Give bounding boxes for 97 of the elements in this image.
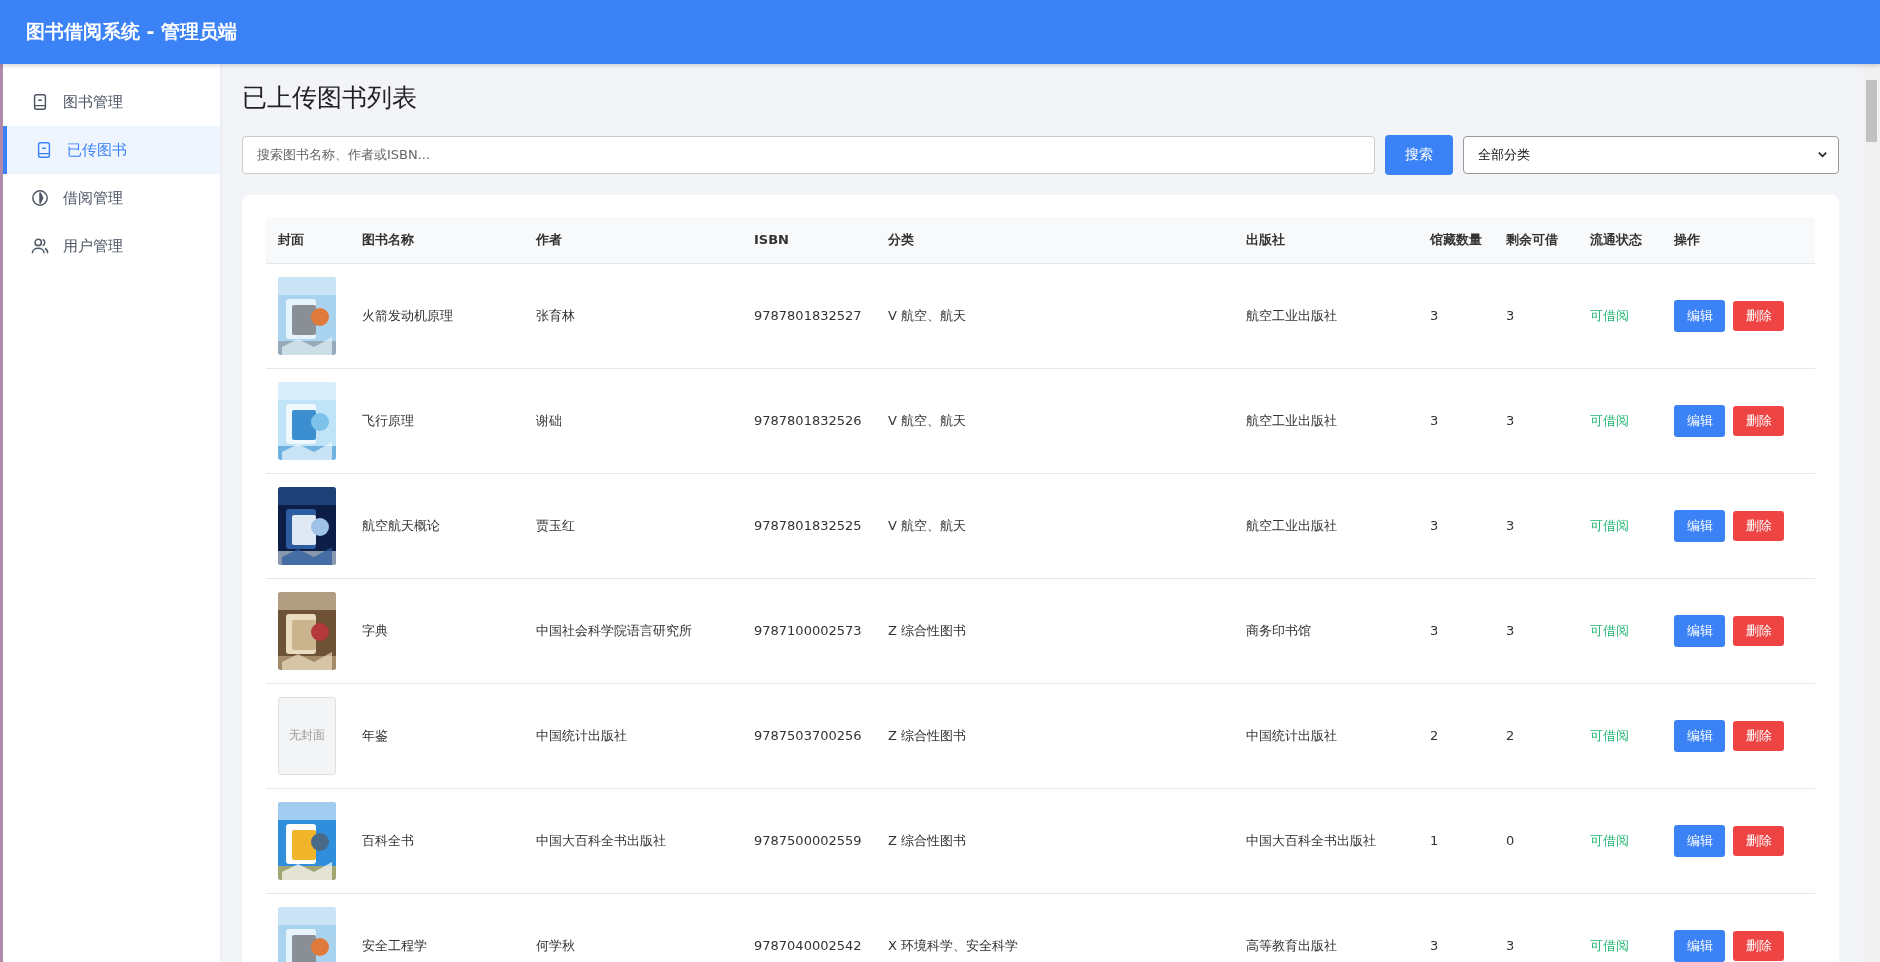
delete-button[interactable]: 删除 <box>1733 510 1784 541</box>
total-count: 1 <box>1430 833 1439 848</box>
publisher: 中国大百科全书出版社 <box>1246 832 1376 848</box>
author: 中国社会科学院语言研究所 <box>536 622 692 638</box>
edit-button[interactable]: 编辑 <box>1674 824 1725 857</box>
chevron-down-icon <box>1817 149 1828 160</box>
status-text: 可借阅 <box>1590 937 1629 953</box>
available-count: 0 <box>1506 833 1515 848</box>
category: V 航空、航天 <box>888 517 967 533</box>
scrollbar[interactable] <box>1863 64 1880 962</box>
column-header: 作者 <box>524 216 742 263</box>
sidebar-item[interactable]: 借阅管理 <box>3 174 220 222</box>
app-title: 图书借阅系统 - 管理员端 <box>26 19 238 44</box>
publisher: 商务印书馆 <box>1246 622 1311 638</box>
author: 谢础 <box>536 412 562 428</box>
category: V 航空、航天 <box>888 307 967 323</box>
isbn: 9787503700256 <box>754 728 862 743</box>
publisher: 中国统计出版社 <box>1246 727 1337 743</box>
status-text: 可借阅 <box>1590 832 1629 848</box>
isbn: 9787801832525 <box>754 518 862 533</box>
author: 贾玉红 <box>536 517 575 533</box>
sidebar-item[interactable]: 已传图书 <box>3 126 220 174</box>
total-count: 2 <box>1430 728 1439 743</box>
isbn: 9787801832526 <box>754 413 862 428</box>
author: 中国大百科全书出版社 <box>536 832 666 848</box>
book-icon <box>31 93 49 111</box>
book-title: 飞行原理 <box>362 412 414 428</box>
delete-button[interactable]: 删除 <box>1733 405 1784 436</box>
status-text: 可借阅 <box>1590 307 1629 323</box>
book-title: 火箭发动机原理 <box>362 307 453 323</box>
column-header: 分类 <box>876 216 1234 263</box>
publisher: 航空工业出版社 <box>1246 307 1337 323</box>
delete-button[interactable]: 删除 <box>1733 300 1784 331</box>
book-title: 年鉴 <box>362 727 388 743</box>
scrollbar-thumb[interactable] <box>1866 80 1877 142</box>
total-count: 3 <box>1430 413 1439 428</box>
edit-button[interactable]: 编辑 <box>1674 614 1725 647</box>
users-icon <box>31 237 49 255</box>
available-count: 3 <box>1506 413 1515 428</box>
total-count: 3 <box>1430 623 1439 638</box>
book-icon <box>35 141 53 159</box>
publisher: 航空工业出版社 <box>1246 517 1337 533</box>
category: Z 综合性图书 <box>888 727 967 743</box>
column-header: 出版社 <box>1234 216 1418 263</box>
available-count: 3 <box>1506 938 1515 953</box>
category: Z 综合性图书 <box>888 832 967 848</box>
page-title: 已上传图书列表 <box>242 82 418 114</box>
delete-button[interactable]: 删除 <box>1733 615 1784 646</box>
author: 何学秋 <box>536 937 575 953</box>
total-count: 3 <box>1430 308 1439 323</box>
total-count: 3 <box>1430 518 1439 533</box>
available-count: 3 <box>1506 308 1515 323</box>
author: 张育林 <box>536 307 575 323</box>
status-text: 可借阅 <box>1590 412 1629 428</box>
column-header: 图书名称 <box>350 216 524 263</box>
category-select[interactable]: 全部分类 <box>1463 135 1839 174</box>
delete-button[interactable]: 删除 <box>1733 930 1784 961</box>
available-count: 2 <box>1506 728 1515 743</box>
search-field[interactable]: 搜索图书名称、作者或ISBN... <box>242 135 1375 174</box>
book-title: 百科全书 <box>362 832 414 848</box>
sidebar-item[interactable]: 图书管理 <box>3 78 220 126</box>
isbn: 9787100002573 <box>754 623 862 638</box>
column-header: 操作 <box>1662 216 1815 263</box>
search-button[interactable]: 搜索 <box>1385 134 1453 175</box>
category: X 环境科学、安全科学 <box>888 937 1019 953</box>
publisher: 高等教育出版社 <box>1246 937 1337 953</box>
column-header: 馆藏数量 <box>1418 216 1494 263</box>
publisher: 航空工业出版社 <box>1246 412 1337 428</box>
available-count: 3 <box>1506 518 1515 533</box>
isbn: 9787040002542 <box>754 938 862 953</box>
isbn: 9787500002559 <box>754 833 862 848</box>
edit-button[interactable]: 编辑 <box>1674 404 1725 437</box>
category: Z 综合性图书 <box>888 622 967 638</box>
edit-button[interactable]: 编辑 <box>1674 719 1725 752</box>
available-count: 3 <box>1506 623 1515 638</box>
book-title: 航空航天概论 <box>362 517 440 533</box>
delete-button[interactable]: 删除 <box>1733 720 1784 751</box>
status-text: 可借阅 <box>1590 517 1629 533</box>
sidebar-item[interactable]: 用户管理 <box>3 222 220 270</box>
edit-button[interactable]: 编辑 <box>1674 299 1725 332</box>
column-header: 流通状态 <box>1578 216 1662 263</box>
total-count: 3 <box>1430 938 1439 953</box>
book-title: 安全工程学 <box>362 937 427 953</box>
column-header: 剩余可借 <box>1494 216 1578 263</box>
book-title: 字典 <box>362 622 388 638</box>
status-text: 可借阅 <box>1590 622 1629 638</box>
status-text: 可借阅 <box>1590 727 1629 743</box>
author: 中国统计出版社 <box>536 727 627 743</box>
edit-button[interactable]: 编辑 <box>1674 929 1725 962</box>
half-circle-icon <box>31 189 49 207</box>
column-header: 封面 <box>266 216 350 263</box>
column-header: ISBN <box>742 216 876 263</box>
edit-button[interactable]: 编辑 <box>1674 509 1725 542</box>
isbn: 9787801832527 <box>754 308 862 323</box>
no-cover-text: 无封面 <box>289 727 325 744</box>
category: V 航空、航天 <box>888 412 967 428</box>
delete-button[interactable]: 删除 <box>1733 825 1784 856</box>
